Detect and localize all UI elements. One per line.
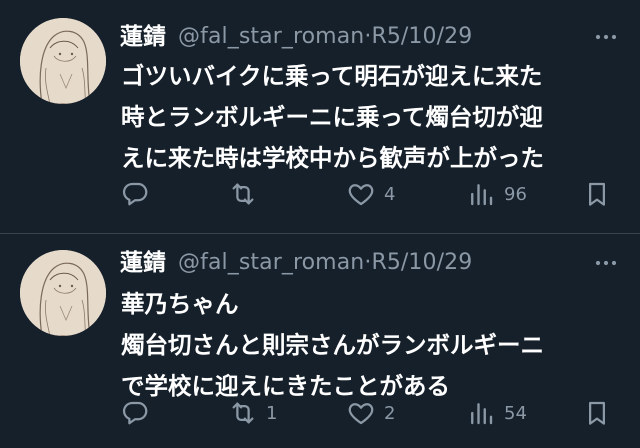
tweet-text-line: ゴツいバイクに乗って明石が迎えに来た (121, 62, 543, 90)
retweet-count: 1 (266, 402, 278, 424)
bookmark-button[interactable] (582, 177, 612, 211)
retweet-button[interactable] (228, 177, 266, 211)
tweet-text-line: 燭台切さんと則宗さんがランボルギーニ (121, 331, 544, 359)
views-icon (471, 184, 493, 206)
avatar-illustration (20, 18, 106, 104)
views-icon (471, 403, 493, 425)
bookmark-button[interactable] (582, 396, 612, 430)
reply-icon (122, 401, 148, 425)
like-count: 2 (384, 402, 396, 424)
tweet-date[interactable]: R5/10/29 (371, 24, 472, 49)
display-name[interactable]: 蓮錆 (120, 248, 166, 278)
like-button[interactable]: 4 (346, 177, 395, 211)
handle[interactable]: @fal_star_roman (178, 24, 364, 49)
tweet-date[interactable]: R5/10/29 (371, 250, 472, 275)
tweet[interactable]: 蓮錆 @fal_star_roman·R5/10/29 華乃ちゃん 燭台切さんと… (0, 234, 640, 448)
action-bar: 4 96 (120, 177, 620, 211)
avatar-illustration (20, 250, 106, 336)
tweet-meta: @fal_star_roman·R5/10/29 (178, 22, 472, 52)
bookmark-icon (589, 401, 605, 425)
timeline: 蓮錆 @fal_star_roman·R5/10/29 ゴツいバイクに乗って明石… (0, 0, 640, 448)
like-count: 4 (384, 183, 396, 205)
more-dots-icon[interactable] (593, 26, 619, 48)
action-bar: 1 2 54 (120, 396, 620, 430)
like-button[interactable]: 2 (346, 396, 395, 430)
tweet-text-line: 華乃ちゃん (121, 290, 239, 318)
reply-button[interactable] (120, 396, 158, 430)
display-name[interactable]: 蓮錆 (120, 22, 166, 52)
retweet-icon (232, 183, 254, 205)
tweet-text-line: えに来た時は学校中から歓声が上がった (121, 144, 544, 172)
retweet-icon (232, 402, 254, 424)
views-button[interactable]: 54 (466, 396, 527, 430)
tweet-text: 華乃ちゃん 燭台切さんと則宗さんがランボルギーニ で学校に迎えにきたことがある (121, 284, 632, 407)
tweet-header: 蓮錆 @fal_star_roman·R5/10/29 (120, 248, 640, 278)
avatar[interactable] (20, 18, 106, 104)
reply-button[interactable] (120, 177, 158, 211)
handle[interactable]: @fal_star_roman (178, 250, 364, 275)
retweet-button[interactable]: 1 (228, 396, 277, 430)
bookmark-icon (589, 182, 605, 206)
tweet[interactable]: 蓮錆 @fal_star_roman·R5/10/29 ゴツいバイクに乗って明石… (0, 0, 640, 233)
tweet-text: ゴツいバイクに乗って明石が迎えに来た 時とランボルギーニに乗って燭台切が迎 えに… (121, 56, 632, 179)
heart-icon (348, 184, 374, 206)
heart-icon (348, 403, 374, 425)
tweet-header: 蓮錆 @fal_star_roman·R5/10/29 (120, 22, 640, 52)
tweet-text-line: 時とランボルギーニに乗って燭台切が迎 (121, 103, 543, 131)
views-button[interactable]: 96 (466, 177, 527, 211)
more-dots-icon[interactable] (593, 252, 619, 274)
avatar[interactable] (20, 250, 106, 336)
views-count: 54 (504, 402, 527, 424)
tweet-meta: @fal_star_roman·R5/10/29 (178, 248, 472, 278)
reply-icon (122, 182, 148, 206)
views-count: 96 (504, 183, 527, 205)
